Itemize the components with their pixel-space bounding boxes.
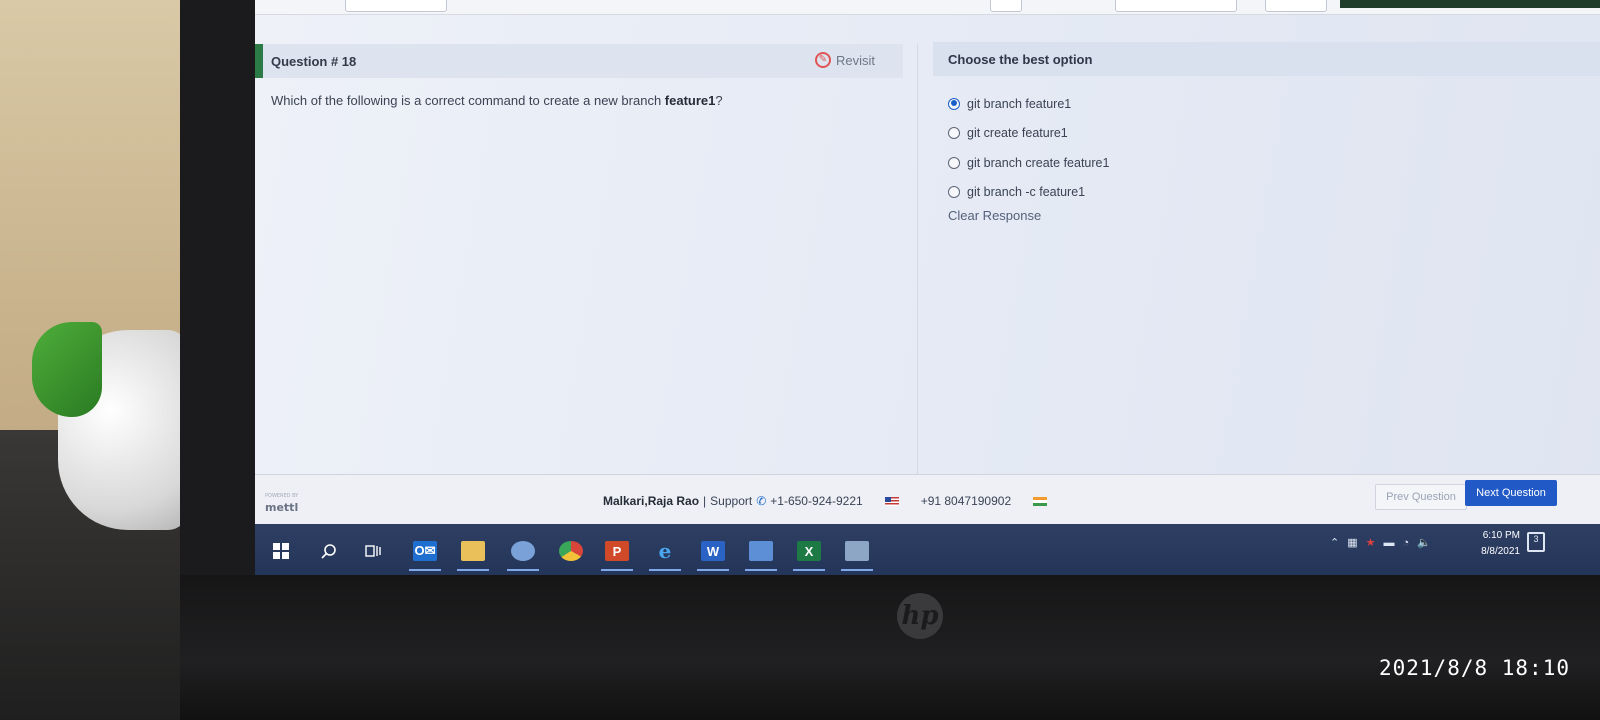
radio[interactable] — [948, 127, 960, 140]
app-notes-icon[interactable] — [745, 541, 777, 571]
separator: | — [703, 494, 707, 508]
taskbar: O✉ P e W X ⌃ ▦ ★ ▬ ◔ 🔈 6:10 PM 8/8/2021 … — [255, 524, 1600, 575]
option-label: git branch create feature1 — [967, 155, 1110, 170]
app-blue-icon[interactable] — [507, 541, 539, 571]
battery-icon[interactable]: ▬ — [1384, 537, 1395, 549]
revisit-icon: ✎ — [815, 52, 831, 68]
clear-response-link[interactable]: Clear Response — [948, 208, 1041, 223]
option-label: git branch feature1 — [967, 96, 1072, 111]
search-icon[interactable] — [317, 541, 341, 561]
section-tabs-strip — [255, 0, 1600, 15]
option-3[interactable]: git branch create feature1 — [948, 148, 1109, 178]
option-4[interactable]: git branch -c feature1 — [948, 178, 1109, 208]
phone-icon: ✆ — [756, 494, 767, 508]
prev-question-button[interactable]: Prev Question — [1375, 484, 1467, 510]
clock[interactable]: 6:10 PM 8/8/2021 — [1460, 528, 1520, 560]
timer-bar — [1340, 0, 1600, 8]
app-generic-icon[interactable] — [841, 541, 873, 571]
footer: POWERED BY mettl Malkari,Raja Rao | Suppo… — [255, 474, 1600, 525]
task-view-icon[interactable] — [361, 541, 385, 561]
revisit-button[interactable]: ✎ Revisit — [815, 52, 875, 68]
candidate-name: Malkari,Raja Rao — [603, 494, 700, 508]
file-explorer-icon[interactable] — [457, 541, 489, 571]
monitor-bezel — [180, 575, 1600, 720]
logo-text: mettl — [265, 501, 299, 514]
question-nav-tab[interactable] — [1115, 0, 1237, 12]
options-title: Choose the best option — [948, 52, 1093, 67]
question-text-suffix: ? — [715, 93, 723, 108]
option-label: git branch -c feature1 — [967, 185, 1086, 200]
question-text-bold: feature1 — [664, 93, 716, 108]
revisit-label: Revisit — [836, 52, 876, 68]
question-header: Question # 18 ✎ Revisit — [255, 44, 903, 78]
word-icon[interactable]: W — [697, 541, 729, 571]
options-header: Choose the best option — [933, 42, 1600, 76]
radio[interactable] — [948, 186, 960, 199]
option-1[interactable]: git branch feature1 — [948, 89, 1109, 119]
option-2[interactable]: git create feature1 — [948, 119, 1109, 149]
clock-time: 6:10 PM — [1482, 530, 1520, 541]
screen: Question # 18 ✎ Revisit Which of the fol… — [255, 0, 1600, 575]
panel-divider — [917, 44, 918, 474]
volume-icon[interactable]: 🔈 — [1417, 536, 1431, 549]
powered-by-text: POWERED BY — [265, 493, 299, 499]
question-text-prefix: Which of the following is a correct comm… — [271, 93, 665, 108]
phone-in: +91 8047190902 — [920, 494, 1012, 508]
next-question-button[interactable]: Next Question — [1465, 480, 1557, 506]
question-text: Which of the following is a correct comm… — [271, 93, 723, 108]
edge-icon[interactable]: e — [649, 539, 681, 571]
bottle-cap — [32, 322, 102, 417]
question-nav-tab[interactable] — [1265, 0, 1327, 12]
question-accent-bar — [255, 44, 263, 78]
notification-count: 3 — [1533, 534, 1539, 544]
wifi-icon[interactable]: ◔ — [1403, 537, 1410, 549]
question-number: Question # 18 — [271, 54, 357, 69]
candidate-info: Malkari,Raja Rao | Support ✆ +1-650-924-… — [603, 494, 1048, 508]
mettl-logo: POWERED BY mettl — [265, 493, 299, 514]
us-flag-icon — [884, 496, 899, 506]
windows-start-icon[interactable] — [269, 541, 293, 561]
support-label: Support — [710, 494, 753, 508]
photo-timestamp: 2021/8/8 18:10 — [1378, 656, 1570, 680]
option-label: git create feature1 — [967, 126, 1068, 141]
radio-selected[interactable] — [948, 97, 960, 110]
notification-icon[interactable]: 3 — [1527, 532, 1545, 552]
outlook-icon[interactable]: O✉ — [409, 541, 441, 571]
star-icon[interactable]: ★ — [1366, 536, 1376, 549]
question-nav-tab[interactable] — [990, 0, 1022, 12]
chrome-icon[interactable] — [559, 541, 583, 561]
system-tray: ⌃ ▦ ★ ▬ ◔ 🔈 — [1330, 536, 1431, 550]
section-tab[interactable] — [345, 0, 447, 12]
india-flag-icon — [1033, 496, 1048, 506]
clock-date: 8/8/2021 — [1481, 546, 1520, 557]
options-list: git branch feature1 git create feature1 … — [948, 89, 1109, 207]
phone-us: +1-650-924-9221 — [770, 494, 863, 508]
powerpoint-icon[interactable]: P — [601, 541, 633, 571]
network-icon[interactable]: ▦ — [1347, 536, 1357, 549]
radio[interactable] — [948, 156, 960, 169]
excel-icon[interactable]: X — [793, 541, 825, 571]
hp-logo: hp — [897, 593, 943, 639]
chevron-up-icon[interactable]: ⌃ — [1330, 536, 1339, 549]
